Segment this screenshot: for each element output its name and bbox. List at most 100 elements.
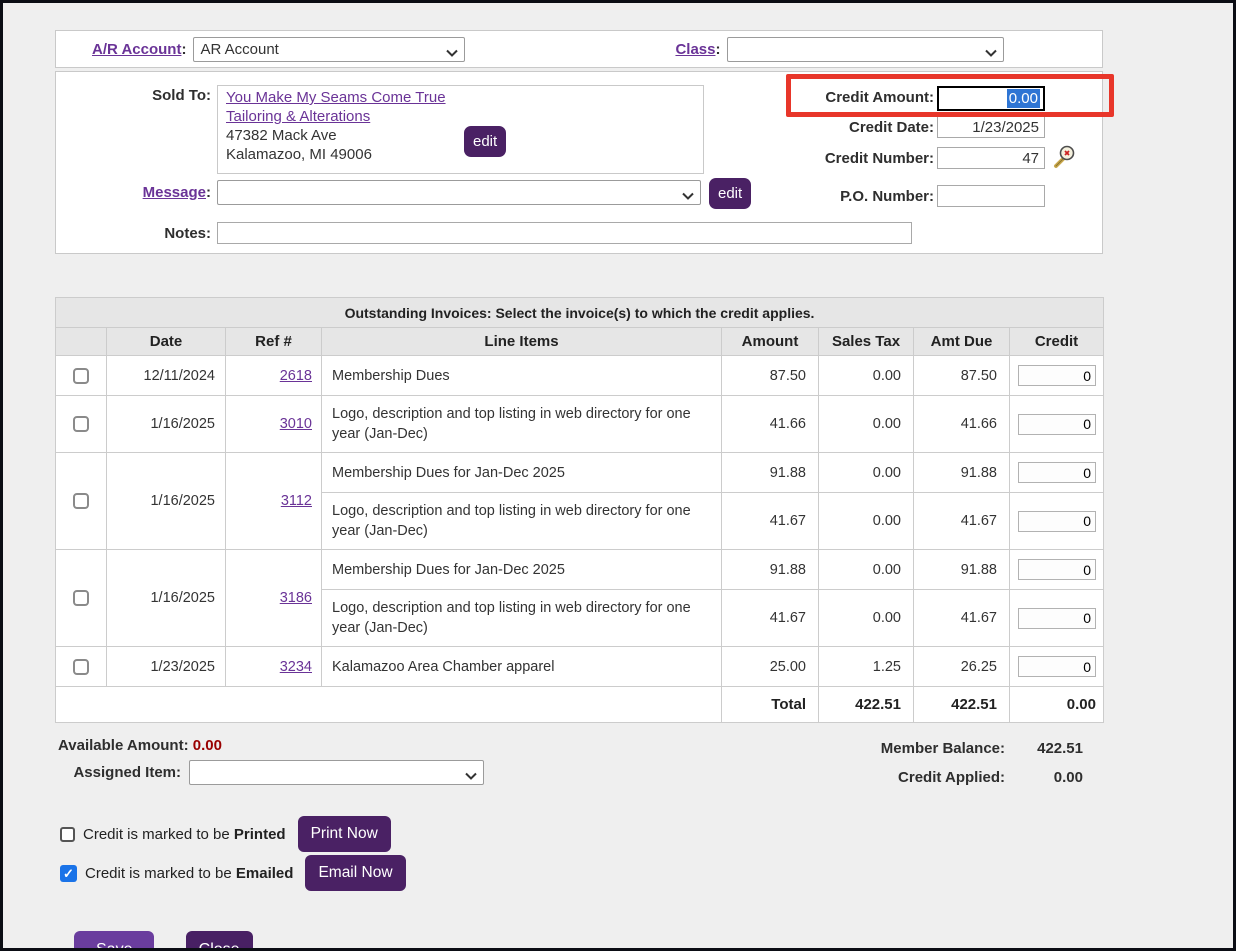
credit-amount-cell-input[interactable] xyxy=(1018,414,1096,435)
emailed-label: Credit is marked to be Emailed xyxy=(85,865,293,882)
line-item-tax: 0.00 xyxy=(819,356,914,396)
table-row: 12/11/2024 2618 Membership Dues 87.50 0.… xyxy=(56,356,1104,396)
invoice-ref-link[interactable]: 3186 xyxy=(280,590,312,606)
credit-amount-label: Credit Amount: xyxy=(656,89,934,106)
message-label: Message: xyxy=(56,184,211,201)
email-now-button[interactable]: Email Now xyxy=(305,855,405,891)
sold-to-address-line1: 47382 Mack Ave xyxy=(226,126,695,145)
message-select[interactable] xyxy=(217,180,701,205)
credit-amount-cell-input[interactable] xyxy=(1018,559,1096,580)
sold-to-box: You Make My Seams Come True Tailoring & … xyxy=(217,85,704,174)
credit-amount-cell-input[interactable] xyxy=(1018,511,1096,532)
line-item-amount: 87.50 xyxy=(722,356,819,396)
credit-applied-label: Credit Applied: xyxy=(845,769,1005,786)
invoice-ref-link[interactable]: 3010 xyxy=(280,416,312,432)
line-item-desc: Logo, description and top listing in web… xyxy=(322,396,722,453)
po-number-input[interactable] xyxy=(937,185,1045,207)
assigned-item-label: Assigned Item: xyxy=(69,764,181,781)
line-item-tax: 0.00 xyxy=(819,493,914,550)
member-balance-value: 422.51 xyxy=(1005,740,1083,757)
line-item-desc: Membership Dues for Jan-Dec 2025 xyxy=(322,550,722,590)
date-column-header: Date xyxy=(107,328,226,356)
table-total-row: Total 422.51 422.51 0.00 xyxy=(56,687,1104,723)
footer-section: Available Amount: 0.00 Assigned Item: Me… xyxy=(55,730,1103,951)
invoice-select-checkbox[interactable] xyxy=(73,493,89,509)
line-item-due: 91.88 xyxy=(914,550,1010,590)
ar-account-select[interactable]: AR Account xyxy=(193,37,465,62)
table-caption: Outstanding Invoices: Select the invoice… xyxy=(56,298,1104,328)
credit-amount-cell-input[interactable] xyxy=(1018,608,1096,629)
sales-tax-column-header: Sales Tax xyxy=(819,328,914,356)
ar-account-link[interactable]: A/R Account xyxy=(92,41,181,58)
class-link[interactable]: Class xyxy=(675,41,715,58)
line-item-desc: Kalamazoo Area Chamber apparel xyxy=(322,647,722,687)
page-frame: A/R Account: AR Account Class: Sold To: … xyxy=(0,0,1236,951)
invoice-date: 1/23/2025 xyxy=(107,647,226,687)
credit-number-label: Credit Number: xyxy=(656,150,934,167)
credit-date-label: Credit Date: xyxy=(656,119,934,136)
invoice-ref-link[interactable]: 3234 xyxy=(280,659,312,675)
line-item-amount: 91.88 xyxy=(722,550,819,590)
sold-to-name-link[interactable]: You Make My Seams Come True xyxy=(226,89,446,106)
credit-number-input[interactable] xyxy=(937,147,1045,169)
line-item-due: 41.67 xyxy=(914,590,1010,647)
line-item-due: 41.66 xyxy=(914,396,1010,453)
total-credit: 0.00 xyxy=(1010,687,1104,723)
total-amt-due: 422.51 xyxy=(914,687,1010,723)
invoice-select-checkbox[interactable] xyxy=(73,368,89,384)
credit-amount-input[interactable]: 0.00 xyxy=(937,86,1045,111)
notes-label: Notes: xyxy=(56,225,211,242)
line-item-due: 91.88 xyxy=(914,453,1010,493)
po-number-label: P.O. Number: xyxy=(656,188,934,205)
line-item-amount: 41.66 xyxy=(722,396,819,453)
magnifier-icon[interactable] xyxy=(1051,144,1077,175)
member-balance-label: Member Balance: xyxy=(845,740,1005,757)
invoice-ref-link[interactable]: 3112 xyxy=(281,493,312,509)
credit-amount-selected-text: 0.00 xyxy=(1007,89,1040,108)
close-button[interactable]: Close xyxy=(186,931,253,951)
line-items-column-header: Line Items xyxy=(322,328,722,356)
invoice-date: 12/11/2024 xyxy=(107,356,226,396)
invoice-select-checkbox[interactable] xyxy=(73,590,89,606)
save-button[interactable]: Save xyxy=(74,931,154,951)
invoice-date: 1/16/2025 xyxy=(107,396,226,453)
line-item-tax: 0.00 xyxy=(819,590,914,647)
account-class-bar: A/R Account: AR Account Class: xyxy=(55,30,1103,68)
invoice-date: 1/16/2025 xyxy=(107,550,226,647)
message-link[interactable]: Message xyxy=(143,184,206,201)
credit-amount-cell-input[interactable] xyxy=(1018,365,1096,386)
print-now-button[interactable]: Print Now xyxy=(298,816,391,852)
available-amount-label: Available Amount: xyxy=(58,737,189,754)
credit-amount-cell-input[interactable] xyxy=(1018,462,1096,483)
line-item-tax: 1.25 xyxy=(819,647,914,687)
table-row: 1/16/2025 3112 Membership Dues for Jan-D… xyxy=(56,453,1104,493)
outstanding-invoices-table: Outstanding Invoices: Select the invoice… xyxy=(55,297,1104,723)
total-amount: 422.51 xyxy=(819,687,914,723)
sold-to-address-line2: Kalamazoo, MI 49006 xyxy=(226,145,695,164)
credit-amount-cell-input[interactable] xyxy=(1018,656,1096,677)
line-item-amount: 25.00 xyxy=(722,647,819,687)
class-select[interactable] xyxy=(727,37,1004,62)
invoice-select-checkbox[interactable] xyxy=(73,416,89,432)
invoice-ref-link[interactable]: 2618 xyxy=(280,368,312,384)
emailed-checkbox[interactable]: ✓ xyxy=(60,865,77,882)
table-row: 1/23/2025 3234 Kalamazoo Area Chamber ap… xyxy=(56,647,1104,687)
sold-to-name-link2[interactable]: Tailoring & Alterations xyxy=(226,108,370,125)
line-item-amount: 91.88 xyxy=(722,453,819,493)
printed-checkbox[interactable] xyxy=(60,827,75,842)
sold-to-edit-button[interactable]: edit xyxy=(464,126,506,157)
line-item-tax: 0.00 xyxy=(819,550,914,590)
amount-column-header: Amount xyxy=(722,328,819,356)
credit-column-header: Credit xyxy=(1010,328,1104,356)
line-item-tax: 0.00 xyxy=(819,396,914,453)
credit-date-input[interactable] xyxy=(937,116,1045,138)
table-row: 1/16/2025 3010 Logo, description and top… xyxy=(56,396,1104,453)
invoice-select-checkbox[interactable] xyxy=(73,659,89,675)
credit-applied-value: 0.00 xyxy=(1005,769,1083,786)
assigned-item-select[interactable] xyxy=(189,760,484,785)
table-row: 1/16/2025 3186 Membership Dues for Jan-D… xyxy=(56,550,1104,590)
line-item-desc: Logo, description and top listing in web… xyxy=(322,590,722,647)
line-item-desc: Membership Dues xyxy=(322,356,722,396)
line-item-desc: Logo, description and top listing in web… xyxy=(322,493,722,550)
notes-input[interactable] xyxy=(217,222,912,244)
